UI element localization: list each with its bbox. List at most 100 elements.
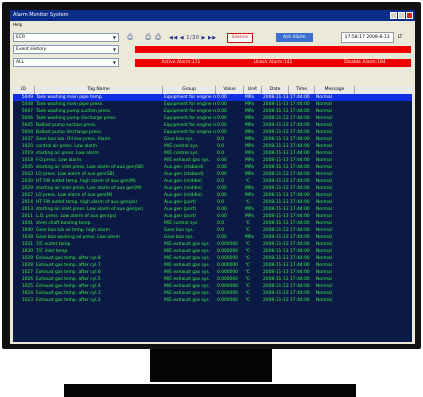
toolbar-row-1: ECR ▼ ⎙ ⎙ ⎙ ◀◀ ◀ 1/30 ▶ ▶▶ Silence Ack A… bbox=[13, 32, 412, 43]
location-select[interactable]: ECR ▼ bbox=[13, 33, 119, 42]
silence-button[interactable]: Silence bbox=[226, 32, 253, 43]
table-row[interactable]: 1019 starting air press. Low alarm M/E con… bbox=[13, 150, 412, 157]
cell-group: M/E exhaust gas sys. bbox=[164, 270, 211, 275]
cell-tag-name: Tank washing pump discharge press. bbox=[36, 116, 117, 121]
minimize-button[interactable] bbox=[390, 12, 397, 19]
header-date[interactable]: Date bbox=[262, 86, 289, 94]
cell-id: 5048 bbox=[21, 102, 33, 107]
cell-value: 0.000000 bbox=[217, 291, 238, 296]
header-time[interactable]: Time bbox=[289, 86, 315, 94]
table-row[interactable]: 1023 Exhaust gas temp. after cyl.2 M/E exh… bbox=[13, 297, 412, 304]
cell-time: 17:44:00 bbox=[290, 123, 310, 128]
cell-message: Normal bbox=[316, 256, 332, 261]
menu-help[interactable]: Help bbox=[13, 22, 22, 27]
cell-time: 17:44:00 bbox=[290, 200, 310, 205]
table-row[interactable]: 2013 starting air inlet press. Low alarm … bbox=[13, 206, 412, 213]
table-row[interactable]: 1030 T/C inlet temp. M/E exhaust gas sys. 0… bbox=[13, 248, 412, 255]
disable-alarm-count: Disable Alarm:184 bbox=[319, 58, 411, 67]
header-unit[interactable]: Unit bbox=[244, 86, 262, 94]
table-row[interactable]: 5045 Ballast pump suction press. Equipment… bbox=[13, 122, 412, 129]
cell-message: Normal bbox=[316, 186, 332, 191]
table-row[interactable]: 1031 T/C outlet temp. M/E exhaust gas sys.… bbox=[13, 241, 412, 248]
cell-value: 0.0 bbox=[217, 221, 224, 226]
header-value[interactable]: Value bbox=[216, 86, 244, 94]
menu-bar: Help bbox=[10, 21, 415, 28]
table-row[interactable]: 1025 Exhaust gas temp. after cyl.4 M/E exh… bbox=[13, 283, 412, 290]
table-row[interactable]: 2011 L.O. press. Low alarm of aux gen(ps)… bbox=[13, 213, 412, 220]
unack-alarm-count: Unack Alarm:141 bbox=[227, 58, 319, 67]
maximize-button[interactable] bbox=[398, 12, 405, 19]
table-row[interactable]: 2045 starting air inlet press. Low alarm … bbox=[13, 164, 412, 171]
table-row[interactable]: 2027 LO press. Low alarm of aux gen(M) Aux… bbox=[13, 192, 412, 199]
cell-value: 0.0 bbox=[217, 228, 224, 233]
cell-group: M/E control sys. bbox=[164, 221, 199, 226]
header-message[interactable]: Message bbox=[315, 86, 355, 94]
table-row[interactable]: 1040 Gear box lub oil temp. high alarm Gea… bbox=[13, 227, 412, 234]
table-row[interactable]: 2014 HT FW outlet temp. high alarm of aux… bbox=[13, 199, 412, 206]
table-row[interactable]: 1041 stem shaft bearing temp. M/E control … bbox=[13, 220, 412, 227]
table-row[interactable]: 2043 LO press. Low alarm of aux gen(SB) Au… bbox=[13, 171, 412, 178]
close-button[interactable] bbox=[406, 12, 413, 19]
cell-tag-name: T/C inlet temp. bbox=[36, 249, 69, 254]
cell-id: 1041 bbox=[21, 221, 33, 226]
cell-unit: MPa bbox=[245, 207, 254, 212]
cell-message: Normal bbox=[316, 249, 332, 254]
print-icon[interactable]: ⎙ bbox=[125, 33, 135, 42]
table-row[interactable]: 5046 Tank washing pump discharge press. Eq… bbox=[13, 115, 412, 122]
group-select[interactable]: ALL ▼ bbox=[13, 58, 119, 67]
table-row[interactable]: 5048 Tank washing main pipe press. Equipme… bbox=[13, 101, 412, 108]
cell-message: Normal bbox=[316, 284, 332, 289]
cell-tag-name: Exhaust gas temp. after cyl.5 bbox=[36, 277, 101, 282]
cell-tag-name: Exhaust gas temp. after cyl.6 bbox=[36, 270, 101, 275]
cell-time: 17:44:00 bbox=[290, 277, 310, 282]
table-row[interactable]: 5049 Tank washing main pipe temp. Equipmen… bbox=[13, 94, 412, 101]
cell-unit: MPa bbox=[245, 109, 254, 114]
cell-date: 2008-11-13 bbox=[263, 263, 289, 268]
header-group[interactable]: Group bbox=[163, 86, 216, 94]
page-navigation[interactable]: ◀◀ ◀ 1/30 ▶ ▶▶ bbox=[169, 35, 217, 41]
cell-unit: MPa bbox=[245, 214, 254, 219]
cell-tag-name: F.O.press. Low alarm bbox=[36, 158, 82, 163]
table-row[interactable]: 5047 Tank washing pump suction press. Equi… bbox=[13, 108, 412, 115]
cell-unit: ℃ bbox=[245, 270, 250, 275]
cell-unit: ℃ bbox=[245, 221, 250, 226]
cell-time: 17:44:00 bbox=[290, 221, 310, 226]
table-row[interactable]: 1026 Exhaust gas temp. after cyl.5 M/E exh… bbox=[13, 276, 412, 283]
table-row[interactable]: 1027 Exhaust gas temp. after cyl.6 M/E exh… bbox=[13, 269, 412, 276]
cell-time: 17:44:00 bbox=[290, 158, 310, 163]
cell-message: Normal bbox=[316, 214, 332, 219]
table-row[interactable]: 1024 Exhaust gas temp. after cyl.3 M/E exh… bbox=[13, 290, 412, 297]
cell-tag-name: HT FW outlet temp. high alarm of aux gen… bbox=[36, 200, 137, 205]
cell-id: 2045 bbox=[21, 165, 33, 170]
table-row[interactable]: 2029 starting air inlet press. Low alarm … bbox=[13, 185, 412, 192]
alarm-indicator-bar bbox=[135, 46, 411, 53]
cell-message: Normal bbox=[316, 144, 332, 149]
cell-tag-name: stem shaft bearing temp. bbox=[36, 221, 92, 226]
view-select[interactable]: Event History ▼ bbox=[13, 45, 119, 54]
header-tag-name[interactable]: Tag Name bbox=[35, 86, 163, 94]
filter-icon[interactable]: ⎙ bbox=[143, 33, 153, 42]
cell-id: 1031 bbox=[21, 242, 33, 247]
ack-all-button[interactable]: Ack Alarm bbox=[275, 33, 313, 42]
table-row[interactable]: 5044 Ballast pump discharge press. Equipme… bbox=[13, 129, 412, 136]
cell-unit: ℃ bbox=[245, 249, 250, 254]
cell-value: 0.00 bbox=[217, 186, 227, 191]
cell-date: 2008-11-13 bbox=[263, 193, 289, 198]
table-row[interactable]: 1018 F.O.press. Low alarm M/E exhaust gas … bbox=[13, 157, 412, 164]
title-bar: Alarm Monitor System bbox=[10, 10, 415, 21]
cell-unit: ℃ bbox=[245, 298, 250, 303]
cell-time: 17:44:00 bbox=[290, 172, 310, 177]
cell-date: 2008-11-13 bbox=[263, 102, 289, 107]
table-row[interactable]: 1020 control air press. Low alarm M/E cont… bbox=[13, 143, 412, 150]
table-row[interactable]: 2030 HT FW outlet temp. high alarm of aux… bbox=[13, 178, 412, 185]
table-header: ID Tag Name Group Value Unit Date Time M… bbox=[13, 86, 412, 94]
cell-unit: MPa bbox=[245, 137, 254, 142]
table-row[interactable]: 1028 Exhaust gas temp. after cyl.7 M/E exh… bbox=[13, 262, 412, 269]
table-row[interactable]: 1038 Gear box working oil press. Low alar… bbox=[13, 234, 412, 241]
header-id[interactable]: ID bbox=[13, 86, 35, 94]
cell-id: 1018 bbox=[21, 158, 33, 163]
table-row[interactable]: 1029 Exhaust gas temp. after cyl.8 M/E exh… bbox=[13, 255, 412, 262]
export-icon[interactable]: ⎙ bbox=[153, 33, 163, 42]
cell-value: 0.000000 bbox=[217, 270, 238, 275]
table-row[interactable]: 1037 Gear box lub. Oil low press. Alarm Ge… bbox=[13, 136, 412, 143]
